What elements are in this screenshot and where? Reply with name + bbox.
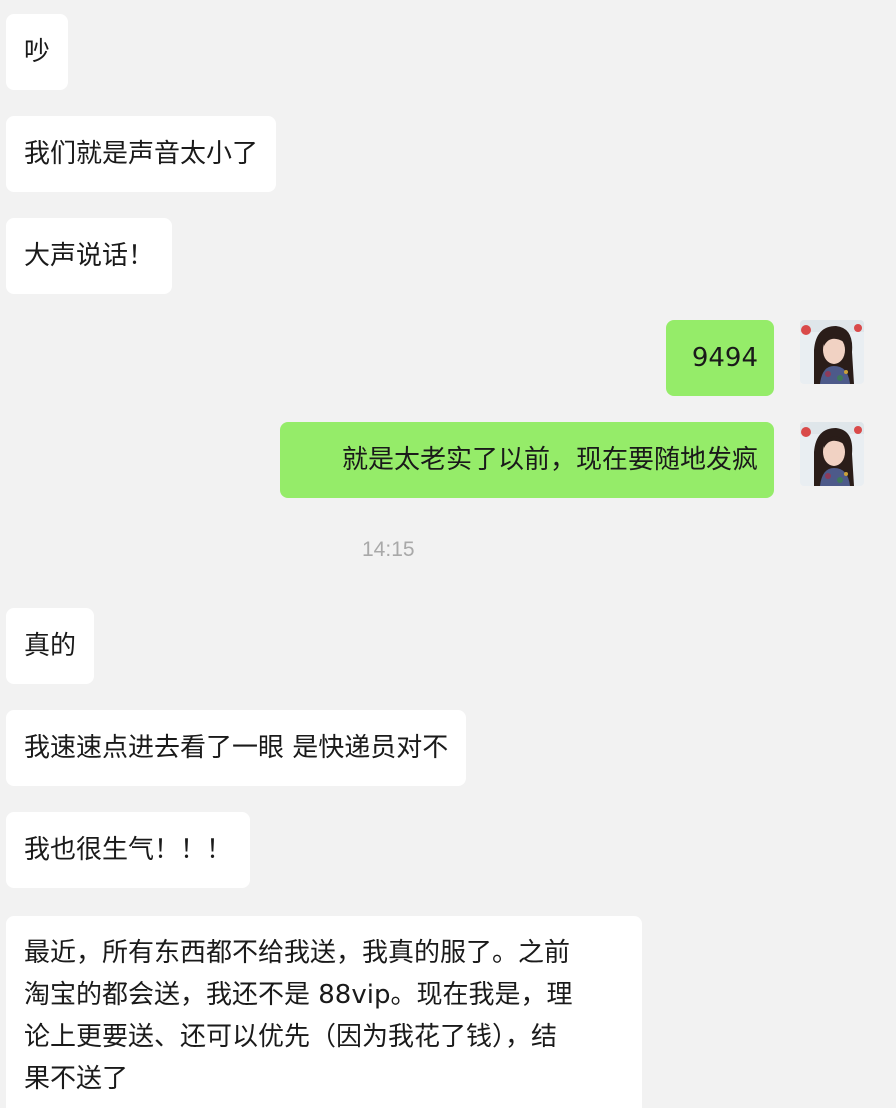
incoming-message[interactable]: 我也很生气！！！ [6,812,251,888]
message-text: 9494 [691,343,758,373]
message-line: 论上更要送、还可以优先（因为我花了钱），结 [24,1022,558,1052]
incoming-message[interactable]: 大声说话！ [6,218,173,294]
incoming-message[interactable]: 真的 [6,608,95,684]
message-text: 吵 [24,37,51,67]
chat-window: 吵 我们就是声音太小了 大声说话！ 9494 就是太老实了以前，现在要随地发疯 [0,0,896,1108]
outgoing-message[interactable]: 就是太老实了以前，现在要随地发疯 [280,422,774,498]
incoming-message[interactable]: 我们就是声音太小了 [6,116,277,192]
message-text: 我们就是声音太小了 [24,139,259,169]
message-line: 果不送了 [24,1064,129,1094]
incoming-message[interactable]: 吵 [6,14,69,90]
avatar-portrait-icon [800,320,864,384]
outgoing-message[interactable]: 9494 [666,320,774,396]
message-timestamp: 14:15 [362,538,415,561]
message-text: 真的 [24,631,77,661]
user-avatar[interactable] [800,422,864,486]
user-avatar[interactable] [800,320,864,384]
message-text: 我速速点进去看了一眼 是快递员对不 [24,733,449,763]
avatar-portrait-icon [800,422,864,486]
message-text: 我也很生气！！！ [24,835,233,865]
message-text: 大声说话！ [24,241,155,271]
message-line: 淘宝的都会送，我还不是 88vip。现在我是，理 [24,980,573,1010]
message-line: 最近，所有东西都不给我送，我真的服了。之前 [24,938,571,968]
message-text: 就是太老实了以前，现在要随地发疯 [341,445,758,475]
incoming-message[interactable]: 最近，所有东西都不给我送，我真的服了。之前 淘宝的都会送，我还不是 88vip。… [6,916,642,1108]
incoming-message[interactable]: 我速速点进去看了一眼 是快递员对不 [6,710,467,786]
